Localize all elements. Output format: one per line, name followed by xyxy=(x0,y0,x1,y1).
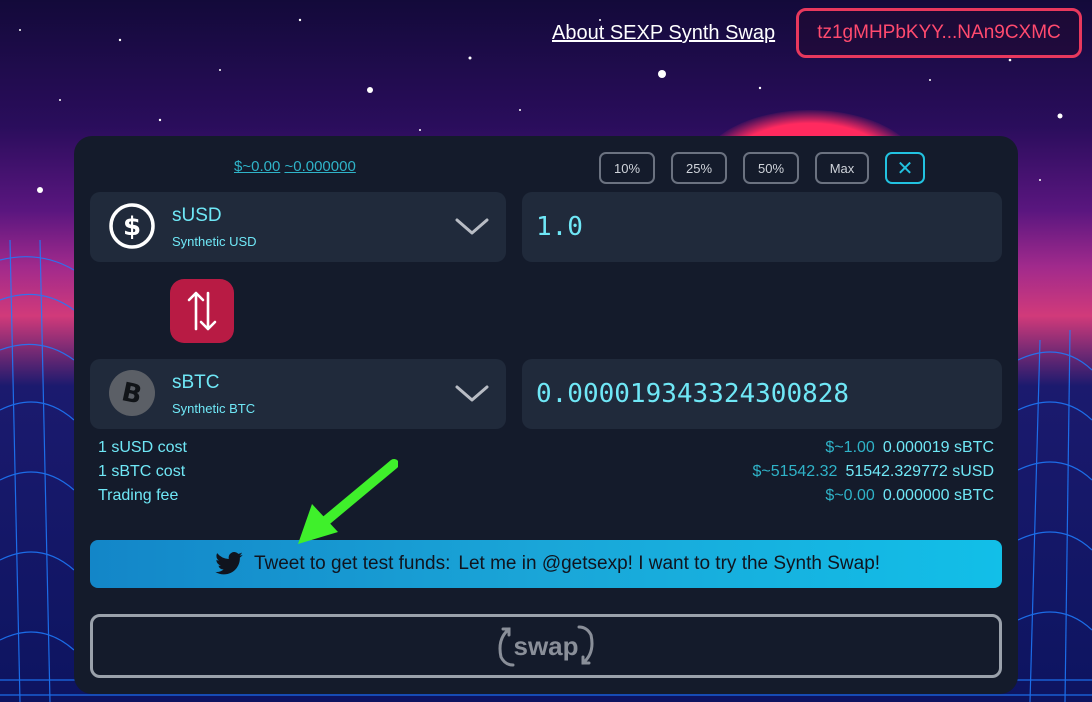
swap-button[interactable]: swap xyxy=(90,614,1002,678)
to-amount-value[interactable]: 0.000019343324300828 xyxy=(536,379,849,409)
from-amount-input[interactable]: 1.0 xyxy=(522,192,1002,262)
info-label: Trading fee xyxy=(98,487,179,504)
close-button[interactable]: ✕ xyxy=(885,152,925,184)
from-token-selector[interactable]: $ sUSD Synthetic USD xyxy=(90,192,506,262)
info-amount-value: 0.000019 sBTC xyxy=(882,439,994,456)
from-token-symbol: sUSD xyxy=(172,205,222,226)
balance-amount-link[interactable]: ~0.000000 xyxy=(284,158,355,175)
dollar-coin-icon: $ xyxy=(109,203,155,249)
to-token-symbol: sBTC xyxy=(172,372,220,393)
balance-display: $~0.00 ~0.000000 xyxy=(234,158,356,175)
info-row: Trading fee $~0.00 0.000000 sBTC xyxy=(98,487,994,511)
percent-buttons: 10% 25% 50% Max ✕ xyxy=(599,152,925,184)
info-amount-value: 0.000000 sBTC xyxy=(882,487,994,504)
from-token-name: Synthetic USD xyxy=(172,234,257,249)
about-link[interactable]: About SEXP Synth Swap xyxy=(552,22,775,45)
info-usd-value: $~0.00 xyxy=(825,487,875,504)
close-icon: ✕ xyxy=(896,157,914,180)
to-token-selector[interactable]: B sBTC Synthetic BTC xyxy=(90,359,506,429)
info-row: 1 sUSD cost $~1.00 0.000019 sBTC xyxy=(98,439,994,463)
max-button[interactable]: Max xyxy=(815,152,869,184)
swap-direction-button[interactable] xyxy=(170,279,234,343)
swap-label: swap xyxy=(513,630,579,661)
swap-arrows-icon xyxy=(187,291,217,331)
percent-50-button[interactable]: 50% xyxy=(743,152,799,184)
from-amount-value[interactable]: 1.0 xyxy=(536,212,583,242)
tweet-message: Let me in @getsexp! I want to try the Sy… xyxy=(458,553,881,574)
chevron-down-icon[interactable] xyxy=(454,381,490,405)
percent-25-button[interactable]: 25% xyxy=(671,152,727,184)
info-amount-value: 51542.329772 sUSD xyxy=(845,463,994,480)
info-label: 1 sBTC cost xyxy=(98,463,186,480)
chevron-down-icon[interactable] xyxy=(454,214,490,238)
info-row: 1 sBTC cost $~51542.32 51542.329772 sUSD xyxy=(98,463,994,487)
to-amount-output[interactable]: 0.000019343324300828 xyxy=(522,359,1002,429)
percent-10-button[interactable]: 10% xyxy=(599,152,655,184)
svg-text:$: $ xyxy=(123,212,141,242)
info-label: 1 sUSD cost xyxy=(98,439,187,456)
swap-card: $~0.00 ~0.000000 10% 25% 50% Max ✕ $ sUS… xyxy=(74,136,1018,694)
to-token-name: Synthetic BTC xyxy=(172,401,256,416)
info-usd-value: $~51542.32 xyxy=(752,463,838,480)
bitcoin-coin-icon: B xyxy=(109,370,155,416)
trade-info: 1 sUSD cost $~1.00 0.000019 sBTC 1 sBTC … xyxy=(98,439,994,511)
balance-usd-link[interactable]: $~0.00 xyxy=(234,158,280,175)
twitter-bird-icon xyxy=(215,552,243,575)
wallet-address-button[interactable]: tz1gMHPbKYY...NAn9CXMC xyxy=(796,8,1082,58)
tweet-for-funds-button[interactable]: Tweet to get test funds: Let me in @gets… xyxy=(90,540,1002,588)
tweet-prefix: Tweet to get test funds: xyxy=(253,553,451,574)
info-usd-value: $~1.00 xyxy=(825,439,875,456)
